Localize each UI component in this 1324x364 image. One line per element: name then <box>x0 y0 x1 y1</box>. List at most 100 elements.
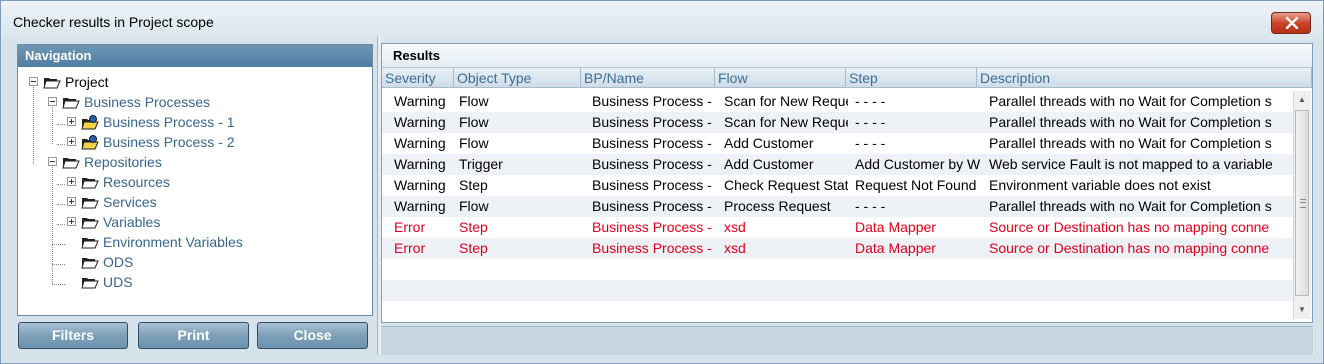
tree-item-label: Environment Variables <box>103 234 243 250</box>
tree-item-business-process-1[interactable]: Business Process - 1 <box>18 112 358 132</box>
open-folder-icon <box>62 98 80 109</box>
severity-cell: Error <box>394 240 426 256</box>
flow-cell: Add Customer <box>724 156 814 172</box>
description-cell: Source or Destination has no mapping con… <box>989 240 1270 256</box>
tree-item-label: Services <box>103 194 157 210</box>
bp-name-cell: Business Process - 2 <box>592 240 716 256</box>
bp-name-cell: Business Process - 1 <box>592 177 716 193</box>
tree-item-resources[interactable]: Resources <box>18 172 358 192</box>
expand-icon[interactable] <box>67 177 76 186</box>
step-cell: Request Not Found <box>855 177 977 193</box>
tree-item-business-process-2[interactable]: Business Process - 2 <box>18 132 358 152</box>
table-row[interactable]: Warning Trigger Business Process - 1 Add… <box>382 154 1294 175</box>
results-vertical-scrollbar[interactable]: ▲ ▼ <box>1293 91 1311 319</box>
tree-item-label: Business Process - 2 <box>103 134 235 150</box>
object-type-cell: Trigger <box>459 156 503 172</box>
tree-item-label: Resources <box>103 174 170 190</box>
severity-cell: Error <box>394 219 426 235</box>
table-row[interactable]: Error Step Business Process - 1 xsd Data… <box>382 217 1294 238</box>
table-row[interactable]: Warning Flow Business Process - 1 Scan f… <box>382 91 1294 112</box>
object-type-cell: Step <box>459 219 488 235</box>
results-status-bar <box>381 326 1313 355</box>
collapse-icon[interactable] <box>29 77 38 86</box>
table-row[interactable]: Warning Flow Business Process - 1 Proces… <box>382 196 1294 217</box>
close-button[interactable]: Close <box>257 322 368 349</box>
bp-name-cell: Business Process - 2 <box>592 114 716 130</box>
navigation-panel: Navigation Project Business Processes Bu… <box>17 44 373 316</box>
object-type-cell: Flow <box>459 135 489 151</box>
table-row[interactable]: Warning Flow Business Process - 2 Scan f… <box>382 112 1294 133</box>
open-folder-icon <box>81 178 99 189</box>
step-cell: - - - - <box>855 93 886 109</box>
expand-icon[interactable] <box>67 217 76 226</box>
column-header-step[interactable]: Step <box>846 68 977 88</box>
tree-item-label: Project <box>65 74 109 90</box>
severity-cell: Warning <box>394 177 446 193</box>
column-header-object-type[interactable]: Object Type <box>454 68 581 88</box>
title-bar[interactable]: Checker results in Project scope <box>1 1 1323 43</box>
checker-results-window: Checker results in Project scope Navigat… <box>0 0 1324 364</box>
expand-icon[interactable] <box>67 117 76 126</box>
open-folder-icon <box>81 238 99 249</box>
business-process-icon <box>81 115 99 130</box>
tree-item-business-processes[interactable]: Business Processes <box>18 92 358 112</box>
severity-cell: Warning <box>394 198 446 214</box>
scrollbar-thumb[interactable] <box>1295 110 1309 296</box>
collapse-icon[interactable] <box>48 157 57 166</box>
expand-icon[interactable] <box>67 197 76 206</box>
step-cell: Add Customer by W <box>855 156 980 172</box>
column-header-bp-name[interactable]: BP/Name <box>581 68 715 88</box>
expand-icon[interactable] <box>67 137 76 146</box>
column-header-severity[interactable]: Severity <box>382 68 454 88</box>
scroll-down-icon[interactable]: ▼ <box>1298 305 1306 314</box>
window-close-button[interactable] <box>1271 12 1311 34</box>
filters-button[interactable]: Filters <box>18 322 128 349</box>
description-cell: Parallel threads with no Wait for Comple… <box>989 198 1272 214</box>
column-header-description[interactable]: Description <box>977 68 1312 88</box>
tree-item-label: Business Processes <box>84 94 211 110</box>
table-row[interactable]: Warning Step Business Process - 1 Check … <box>382 175 1294 196</box>
tree-item-label: ODS <box>103 254 134 270</box>
severity-cell: Warning <box>394 93 446 109</box>
step-cell: - - - - <box>855 198 886 214</box>
table-row[interactable]: Warning Flow Business Process - 1 Add Cu… <box>382 133 1294 154</box>
print-button[interactable]: Print <box>138 322 249 349</box>
tree-item-repositories[interactable]: Repositories <box>18 152 358 172</box>
table-row-empty <box>382 259 1294 280</box>
tree-item-ods[interactable]: ODS <box>18 252 358 272</box>
step-cell: Data Mapper <box>855 240 936 256</box>
results-header: Results <box>382 44 1312 68</box>
tree-item-variables[interactable]: Variables <box>18 212 358 232</box>
scroll-up-icon[interactable]: ▲ <box>1298 95 1306 104</box>
navigation-header: Navigation <box>18 45 372 67</box>
severity-cell: Warning <box>394 135 446 151</box>
close-icon <box>1285 17 1299 29</box>
column-header-flow[interactable]: Flow <box>715 68 846 88</box>
tree-item-services[interactable]: Services <box>18 192 358 212</box>
object-type-cell: Step <box>459 240 488 256</box>
description-cell: Parallel threads with no Wait for Comple… <box>989 93 1272 109</box>
description-cell: Parallel threads with no Wait for Comple… <box>989 114 1272 130</box>
description-cell: Parallel threads with no Wait for Comple… <box>989 135 1272 151</box>
description-cell: Web service Fault is not mapped to a var… <box>989 156 1273 172</box>
bp-name-cell: Business Process - 1 <box>592 198 716 214</box>
table-row[interactable]: Error Step Business Process - 2 xsd Data… <box>382 238 1294 259</box>
tree-item-label: Repositories <box>84 154 162 170</box>
window-title: Checker results in Project scope <box>13 14 214 30</box>
bp-name-cell: Business Process - 1 <box>592 93 716 109</box>
description-cell: Source or Destination has no mapping con… <box>989 219 1270 235</box>
tree-item-label: Variables <box>103 214 161 230</box>
flow-cell: xsd <box>724 219 746 235</box>
results-panel: Results Severity Object Type BP/Name Flo… <box>381 43 1313 323</box>
collapse-icon[interactable] <box>48 97 57 106</box>
tree-item-uds[interactable]: UDS <box>18 272 358 292</box>
bp-name-cell: Business Process - 1 <box>592 219 716 235</box>
description-cell: Environment variable does not exist <box>989 177 1211 193</box>
flow-cell: Scan for New Requests <box>724 114 848 130</box>
open-folder-icon <box>81 218 99 229</box>
tree-item-label: Business Process - 1 <box>103 114 235 130</box>
tree-item-environment-variables[interactable]: Environment Variables <box>18 232 358 252</box>
bp-name-cell: Business Process - 1 <box>592 135 716 151</box>
tree-item-project[interactable]: Project <box>18 72 358 92</box>
object-type-cell: Flow <box>459 93 489 109</box>
